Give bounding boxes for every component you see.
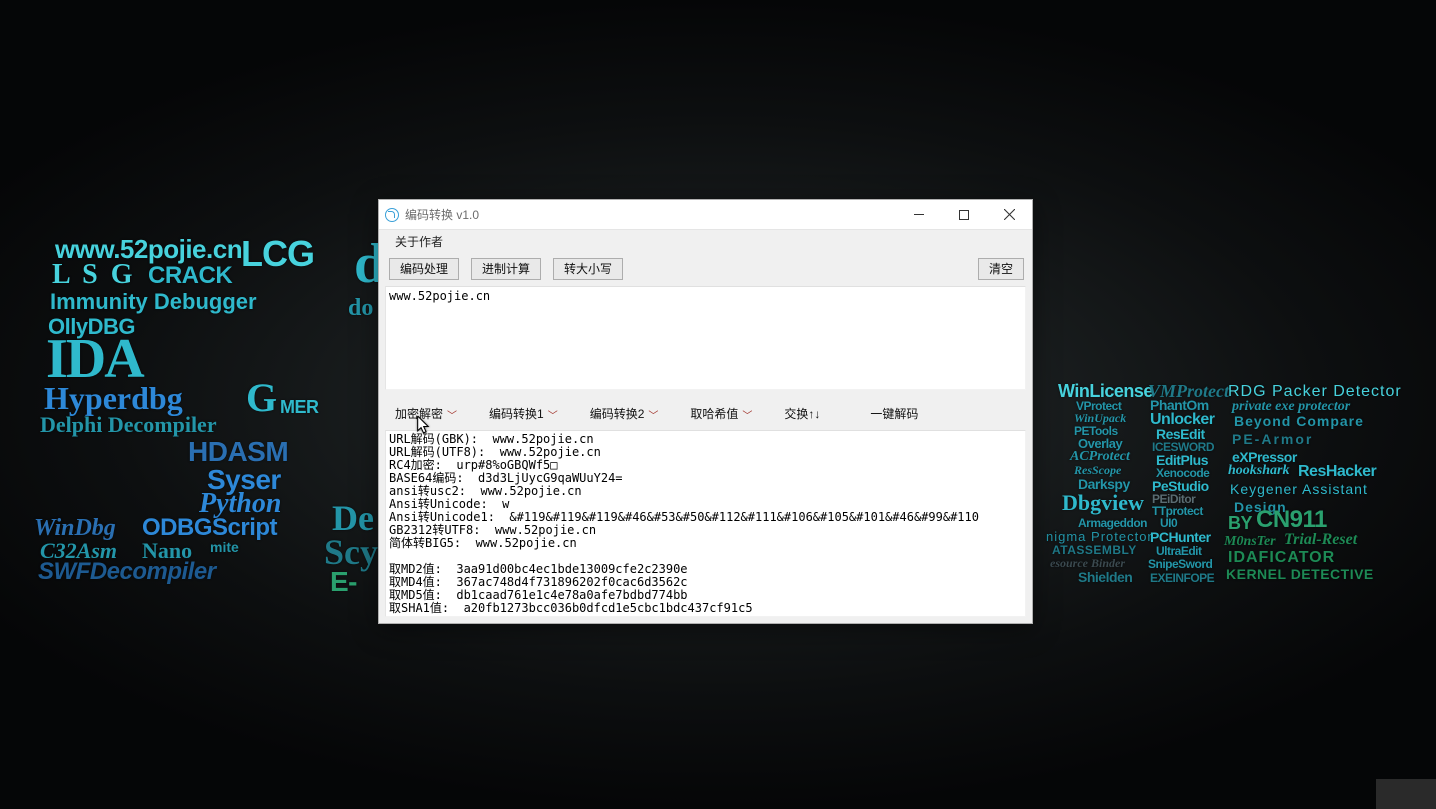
desktop-background: www.52pojie.cn LCG L S G CRACK Immunity … [0, 0, 1436, 809]
bg-word: IDA [46, 331, 143, 387]
bg-word: CN911 [1256, 508, 1327, 532]
midbar: 加密解密 ﹀ 编码转换1 ﹀ 编码转换2 ﹀ 取哈希值 ﹀ 交换↑↓ 一键解码 [379, 396, 1032, 430]
output-textarea[interactable]: URL解码(GBK): www.52pojie.cn URL解码(UTF8): … [385, 430, 1026, 617]
bg-word: E- [330, 568, 357, 596]
hash-label: 取哈希值 [690, 405, 738, 422]
toolbar: 编码处理 进制计算 转大小写 清空 [379, 252, 1032, 286]
bg-word: CRACK [148, 264, 232, 288]
bg-word: esource Binder [1050, 557, 1125, 569]
titlebar[interactable]: 编码转换 v1.0 [379, 200, 1032, 230]
base-calc-button[interactable]: 进制计算 [471, 258, 541, 280]
bg-word: Scy [324, 534, 378, 570]
case-convert-button[interactable]: 转大小写 [553, 258, 623, 280]
encrypt-label: 加密解密 [395, 405, 443, 422]
bg-word: ACProtect [1070, 450, 1130, 464]
bg-word: Beyond Compare [1234, 414, 1364, 428]
bg-word: Immunity Debugger [50, 291, 257, 313]
bg-word: EditPlus [1156, 453, 1208, 467]
hash-menu[interactable]: 取哈希值 ﹀ [684, 401, 758, 426]
bg-word: L S G [52, 261, 135, 289]
bg-word: PE-Armor [1232, 432, 1313, 446]
bg-word: Keygener Assistant [1230, 482, 1368, 496]
bg-word: ResScope [1074, 464, 1121, 476]
bg-word: SWFDecompiler [38, 560, 216, 584]
chevron-down-icon: ﹀ [447, 407, 457, 422]
bg-word: WinUpack [1074, 412, 1126, 424]
bg-word: MER [280, 398, 319, 416]
bg-word: Hyperdbg [44, 382, 183, 414]
clear-button[interactable]: 清空 [978, 258, 1024, 280]
chevron-down-icon: ﹀ [548, 407, 558, 422]
chevron-down-icon: ﹀ [648, 407, 658, 422]
bg-word: mite [210, 540, 239, 554]
bg-word: IDAFICATOR [1228, 550, 1335, 566]
app-icon [385, 208, 399, 222]
window-title: 编码转换 v1.0 [405, 206, 479, 223]
bg-word: KERNEL DETECTIVE [1226, 567, 1374, 581]
bg-word: do [348, 296, 373, 320]
bg-word: G [246, 378, 277, 418]
bg-word: nigma Protector [1046, 530, 1153, 543]
menu-about[interactable]: 关于作者 [387, 231, 451, 252]
encrypt-menu[interactable]: 加密解密 ﹀ [389, 401, 463, 426]
bg-word: hookshark [1228, 464, 1289, 478]
bg-word: Shielden [1078, 570, 1132, 584]
bg-word: ResEdit [1156, 427, 1205, 441]
bg-word: SnipeSword [1148, 558, 1212, 570]
swap-label: 交换↑↓ [784, 405, 820, 422]
bg-word: Trial-Reset [1284, 532, 1357, 548]
bg-word: De [332, 500, 374, 536]
bg-word: UltraEdit [1156, 545, 1202, 557]
conv1-label: 编码转换1 [489, 405, 544, 422]
bg-word: Delphi Decompiler [40, 414, 217, 436]
input-textarea[interactable]: www.52pojie.cn [385, 286, 1026, 390]
maximize-button[interactable] [941, 200, 986, 229]
minimize-button[interactable] [896, 200, 941, 229]
encode-process-button[interactable]: 编码处理 [389, 258, 459, 280]
chevron-down-icon: ﹀ [742, 407, 752, 422]
close-button[interactable] [986, 200, 1032, 229]
swap-button[interactable]: 交换↑↓ [778, 401, 826, 426]
conv1-menu[interactable]: 编码转换1 ﹀ [483, 401, 564, 426]
decode-all-button[interactable]: 一键解码 [864, 401, 924, 426]
bg-word: UI0 [1160, 517, 1177, 529]
bg-word: ResHacker [1298, 464, 1376, 480]
conv2-menu[interactable]: 编码转换2 ﹀ [584, 401, 665, 426]
bg-word: PeStudio [1152, 479, 1209, 493]
bg-word: Armageddon [1078, 517, 1147, 529]
bg-word: Dbgview [1062, 492, 1144, 514]
bg-word: PhantOm [1150, 398, 1209, 412]
bg-word: RDG Packer Detector [1228, 384, 1402, 400]
bg-word: ATASSEMBLY [1052, 544, 1137, 556]
bg-word: M0nsTer [1224, 535, 1276, 549]
taskbar-fragment [1376, 779, 1436, 809]
conv2-label: 编码转换2 [590, 405, 645, 422]
bg-word: ODBGScript [142, 516, 277, 540]
decode-label: 一键解码 [870, 405, 918, 422]
bg-word: BY [1228, 514, 1252, 532]
window-controls [896, 200, 1032, 229]
bg-word: eXPressor [1232, 450, 1297, 464]
bg-word: HDASM [188, 438, 288, 466]
bg-word: LCG [241, 236, 314, 272]
bg-word: WinDbg [34, 516, 116, 540]
bg-word: PCHunter [1150, 530, 1211, 544]
menubar: 关于作者 [379, 230, 1032, 252]
bg-word: private exe protector [1232, 400, 1350, 414]
bg-word: WinLicense [1058, 382, 1153, 400]
bg-word: Darkspy [1078, 477, 1130, 491]
bg-word: EXEINFOPE [1150, 572, 1214, 584]
app-window: 编码转换 v1.0 关于作者 编码处理 进制计算 转大小写 清空 www.52p… [378, 199, 1033, 624]
